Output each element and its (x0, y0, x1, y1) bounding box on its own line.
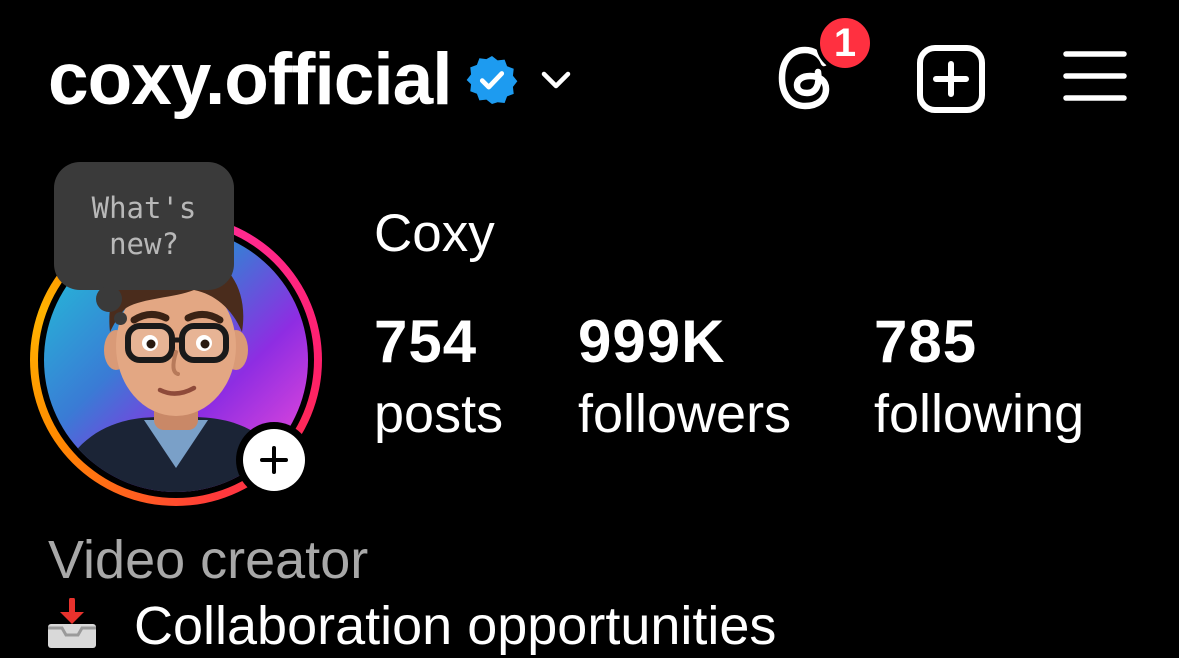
plus-icon (260, 446, 288, 474)
following-label: following (874, 384, 1085, 444)
notification-badge: 1 (816, 14, 874, 72)
bio-line-text: Collaboration opportunities (134, 596, 777, 656)
inbox-tray-icon (48, 598, 96, 648)
note-tail-dot-small (114, 312, 127, 325)
note-bubble[interactable]: What's new? (54, 162, 234, 290)
display-name: Coxy (374, 204, 495, 263)
bio-line: Collaboration opportunities (46, 594, 776, 658)
chevron-down-icon (541, 71, 570, 89)
profile-header: coxy.official 1 (0, 0, 1179, 150)
hamburger-menu-icon (1063, 51, 1127, 101)
menu-button[interactable] (1062, 48, 1128, 104)
bio-category: Video creator (48, 530, 369, 590)
stat-followers[interactable]: 999K followers (578, 306, 791, 446)
add-story-inner (243, 429, 305, 491)
account-switcher[interactable]: coxy.official (48, 36, 576, 124)
verified-badge-icon (466, 55, 517, 105)
posts-count: 754 (374, 308, 478, 375)
following-count: 785 (874, 308, 978, 375)
create-button[interactable] (916, 44, 986, 114)
stat-following[interactable]: 785 following (874, 306, 1084, 446)
plus-square-icon (917, 45, 985, 113)
add-story-button[interactable] (236, 422, 312, 498)
username: coxy.official (48, 39, 453, 120)
note-tail-dot (96, 286, 122, 312)
followers-label: followers (578, 384, 792, 444)
stat-posts[interactable]: 754 posts (374, 306, 503, 446)
posts-label: posts (374, 384, 504, 444)
followers-count: 999K (578, 308, 726, 375)
